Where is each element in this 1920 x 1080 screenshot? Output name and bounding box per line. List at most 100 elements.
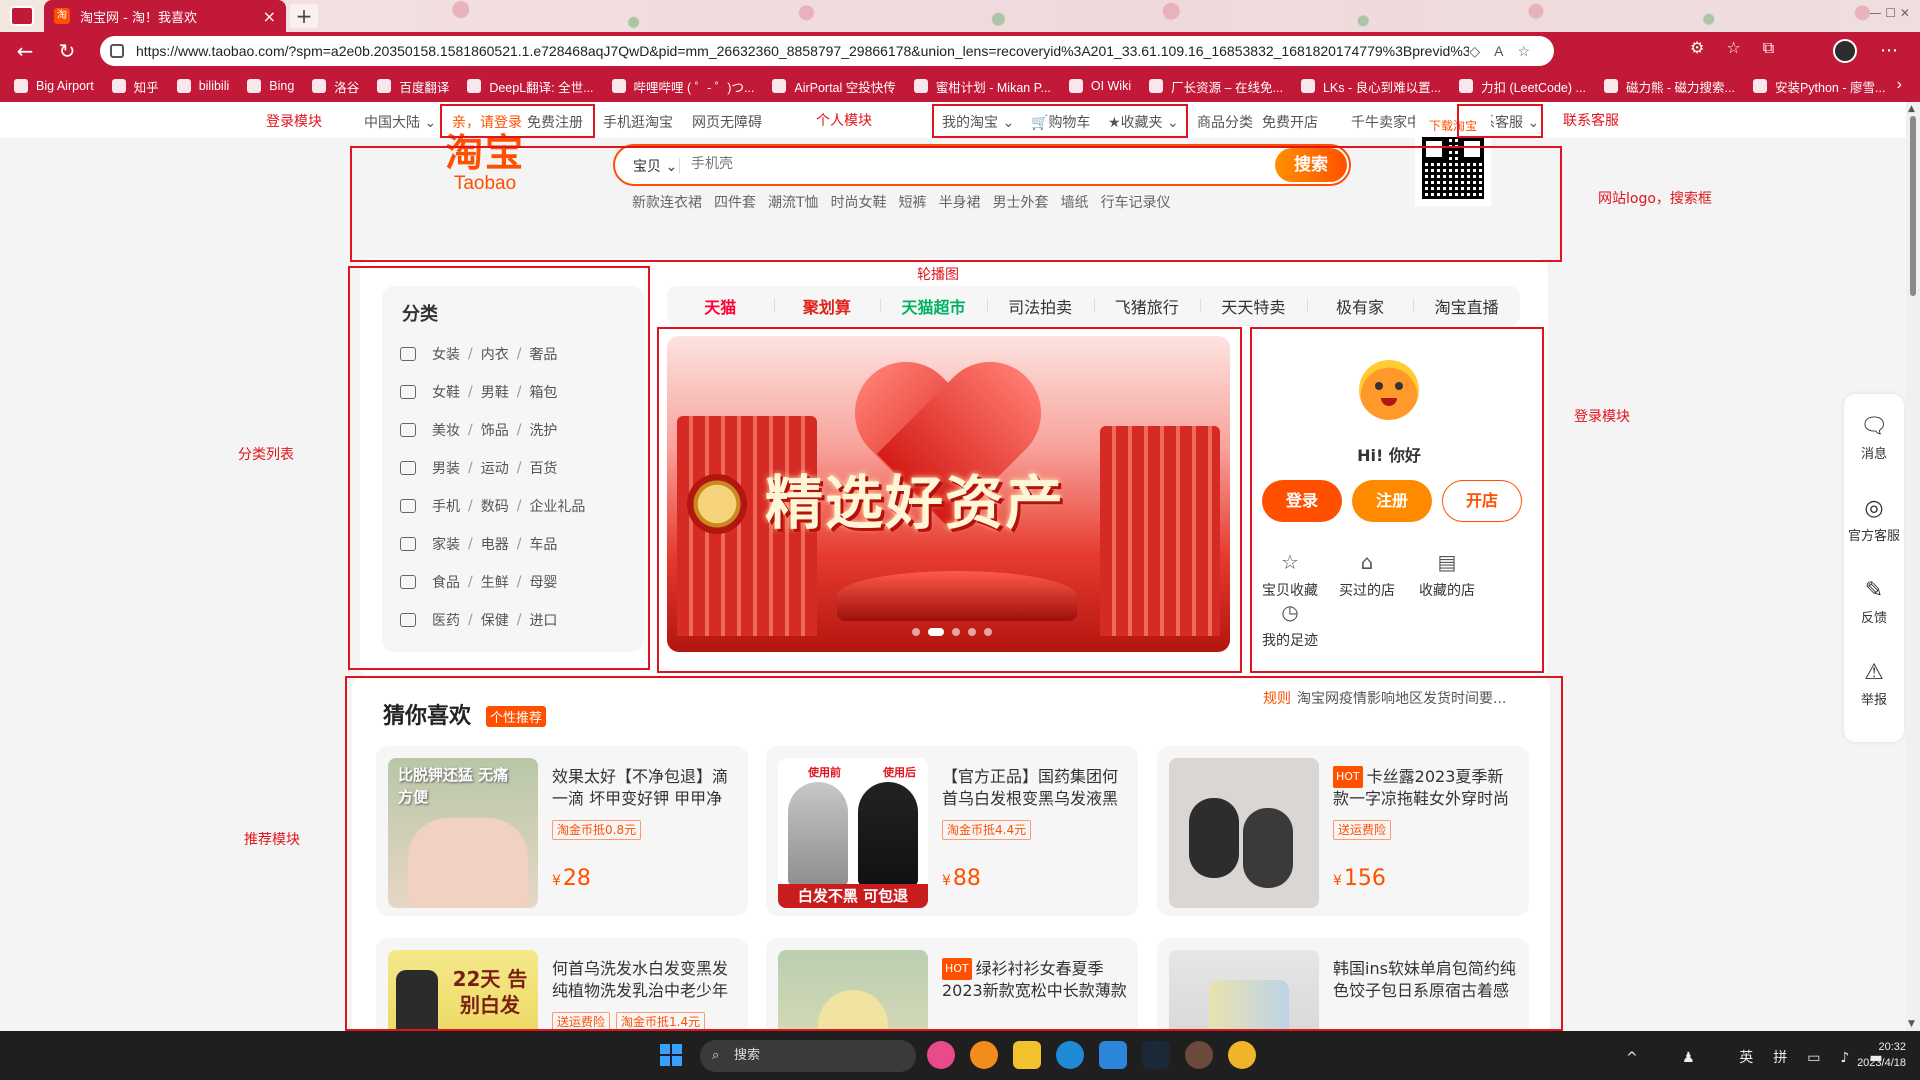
bookmark-icon — [1752, 79, 1767, 93]
search-app-icon[interactable] — [970, 1041, 998, 1069]
url-text: https://www.taobao.com/?spm=a2e0b.203501… — [136, 43, 1470, 59]
taobao-favicon-icon: 淘 — [54, 8, 70, 24]
annotation-label: 轮播图 — [917, 267, 959, 283]
game-app-icon[interactable] — [1185, 1041, 1213, 1069]
file-explorer-icon[interactable] — [1013, 1041, 1041, 1069]
steam-icon[interactable] — [1142, 1041, 1170, 1069]
headset-icon: ◎ — [1864, 496, 1884, 521]
annotation-box-header — [350, 146, 1562, 262]
address-bar-row: ← ↻ https://www.taobao.com/?spm=a2e0b.20… — [0, 32, 1920, 70]
channel-tabs: 天猫 聚划算 天猫超市 司法拍卖 飞猪旅行 天天特卖 极有家 淘宝直播 — [667, 286, 1520, 326]
start-button-icon[interactable] — [660, 1044, 682, 1066]
bookmark[interactable]: 知乎 — [111, 77, 159, 96]
refresh-icon[interactable]: ↻ — [50, 34, 84, 68]
store-app-icon[interactable] — [1099, 1041, 1127, 1069]
accessible-link[interactable]: 网页无障碍 — [692, 112, 762, 132]
bookmark[interactable]: OI Wiki — [1068, 79, 1131, 93]
report-link[interactable]: ⚠ 举报 — [1844, 660, 1904, 708]
browser-toolbar-icons[interactable]: ⚙☆⧉ — [1690, 38, 1796, 58]
annotation-box-category — [348, 266, 650, 670]
annotation-label: 登录模块 — [1574, 409, 1630, 425]
bookmark[interactable]: AirPortal 空投快传 — [772, 77, 896, 96]
tab-tmall[interactable]: 天猫 — [667, 294, 774, 318]
bookmark-icon — [772, 79, 787, 93]
annotation-box-banner — [657, 327, 1242, 673]
bookmark-icon — [176, 79, 191, 93]
bookmark[interactable]: 厂长资源 – 在线免... — [1149, 77, 1283, 96]
bookmark-icon — [467, 79, 482, 93]
region-selector[interactable]: 中国大陆 ⌄ — [364, 112, 436, 132]
more-menu-icon[interactable]: ⋯ — [1880, 40, 1898, 61]
tab-actions-icon[interactable] — [10, 6, 34, 26]
bookmark[interactable]: Big Airport — [14, 79, 94, 93]
bookmark-icon — [14, 79, 28, 93]
address-tools-icon[interactable]: ◇A☆ — [1469, 43, 1544, 60]
bookmark[interactable]: 力扣 (LeetCode) ... — [1459, 77, 1586, 96]
scroll-down-icon[interactable]: ▼ — [1908, 1019, 1915, 1029]
new-tab-button[interactable]: + — [290, 4, 318, 28]
taskbar-search[interactable]: ⌕ 搜索 — [700, 1040, 916, 1072]
tab-daily-sale[interactable]: 天天特卖 — [1200, 294, 1307, 318]
bookmark[interactable]: DeepL翻译: 全世... — [467, 77, 594, 96]
bookmark[interactable]: 哔哩哔哩 ( ゜- ゜)つ... — [611, 77, 754, 96]
browser-tab-taobao[interactable]: 淘 淘宝网 - 淘！我喜欢 × — [44, 0, 286, 32]
bookmark-icon — [1459, 79, 1474, 93]
music-app-icon[interactable] — [927, 1041, 955, 1069]
lock-icon — [110, 44, 124, 58]
edit-icon: ✎ — [1864, 578, 1884, 603]
paw-app-icon[interactable] — [1228, 1041, 1256, 1069]
official-service-link[interactable]: ◎ 官方客服 — [1844, 496, 1904, 544]
bookmark[interactable]: Bing — [247, 79, 294, 93]
warning-icon: ⚠ — [1864, 660, 1884, 685]
tab-tmall-supermarket[interactable]: 天猫超市 — [880, 294, 987, 318]
url-field[interactable]: https://www.taobao.com/?spm=a2e0b.203501… — [100, 36, 1554, 66]
bookmark[interactable]: 洛谷 — [312, 77, 359, 96]
tab-jiyoujia[interactable]: 极有家 — [1306, 294, 1414, 318]
tab-close-icon[interactable]: × — [263, 7, 276, 26]
bookmark[interactable]: 磁力熊 - 磁力搜索... — [1603, 77, 1735, 96]
bookmark[interactable]: 蜜柑计划 - Mikan P... — [913, 77, 1051, 96]
tab-juhuasuan[interactable]: 聚划算 — [773, 294, 881, 318]
scroll-thumb[interactable] — [1910, 116, 1916, 296]
bookmark[interactable]: 百度翻译 — [377, 77, 449, 96]
page-viewport: 中国大陆 ⌄ 亲，请登录 免费注册 手机逛淘宝 网页无障碍 我的淘宝 ⌄ 🛒购物… — [0, 102, 1920, 1031]
mobile-taobao-link[interactable]: 手机逛淘宝 — [603, 112, 673, 132]
bookmark[interactable]: bilibili — [176, 79, 229, 93]
clock[interactable]: 20:32 2023/4/18 — [1857, 1039, 1906, 1071]
scroll-up-icon[interactable]: ▲ — [1908, 104, 1915, 114]
bookmark[interactable]: 安装Python - 廖雪... — [1752, 77, 1885, 96]
messages-link[interactable]: 🗨 消息 — [1844, 414, 1904, 462]
bookmark-icon — [913, 79, 928, 93]
annotation-label: 登录模块 — [266, 114, 322, 130]
bookmarks-more-icon[interactable]: › — [1897, 76, 1902, 94]
bookmark-icon — [111, 79, 126, 93]
ime-language[interactable]: 英 — [1739, 1050, 1773, 1066]
annotation-box-recommend — [345, 676, 1563, 1031]
categories-link[interactable]: 商品分类 — [1197, 112, 1253, 132]
bookmark-icon — [611, 79, 626, 93]
chat-icon: 🗨 — [1860, 414, 1888, 439]
tab-fliggy[interactable]: 飞猪旅行 — [1093, 294, 1201, 318]
bookmark-icon — [377, 79, 392, 93]
tab-title: 淘宝网 - 淘！我喜欢 — [80, 10, 197, 26]
bookmark[interactable]: LKs - 良心到难以置... — [1300, 77, 1441, 96]
tab-taobao-live[interactable]: 淘宝直播 — [1413, 294, 1520, 318]
side-float-bar: 🗨 消息 ◎ 官方客服 ✎ 反馈 ⚠ 举报 — [1844, 394, 1904, 742]
bookmarks-bar: Big Airport 知乎 bilibili Bing 洛谷 百度翻译 Dee… — [0, 70, 1920, 102]
annotation-label: 联系客服 — [1563, 113, 1619, 129]
feedback-link[interactable]: ✎ 反馈 — [1844, 578, 1904, 626]
window-controls[interactable]: — ☐ ✕ — [1870, 6, 1910, 20]
search-icon: ⌕ — [712, 1048, 720, 1063]
tab-judicial-auction[interactable]: 司法拍卖 — [986, 294, 1094, 318]
back-icon[interactable]: ← — [8, 34, 42, 68]
open-store-link[interactable]: 免费开店 — [1262, 112, 1318, 132]
profile-avatar[interactable] — [1833, 39, 1857, 63]
ime-mode[interactable]: 拼 — [1773, 1050, 1807, 1066]
annotation-box-personal — [932, 104, 1188, 138]
annotation-label: 推荐模块 — [244, 832, 300, 848]
page-scrollbar[interactable]: ▲ ▼ — [1906, 102, 1920, 1031]
bookmark-icon — [1300, 79, 1315, 93]
edge-browser-icon[interactable] — [1056, 1041, 1084, 1069]
windows-taskbar: ⌕ 搜索 ^ ♟ 英拼▭♪▬ 20:32 2023/4/18 — [0, 1031, 1920, 1080]
titlebar-pattern — [0, 0, 1920, 32]
